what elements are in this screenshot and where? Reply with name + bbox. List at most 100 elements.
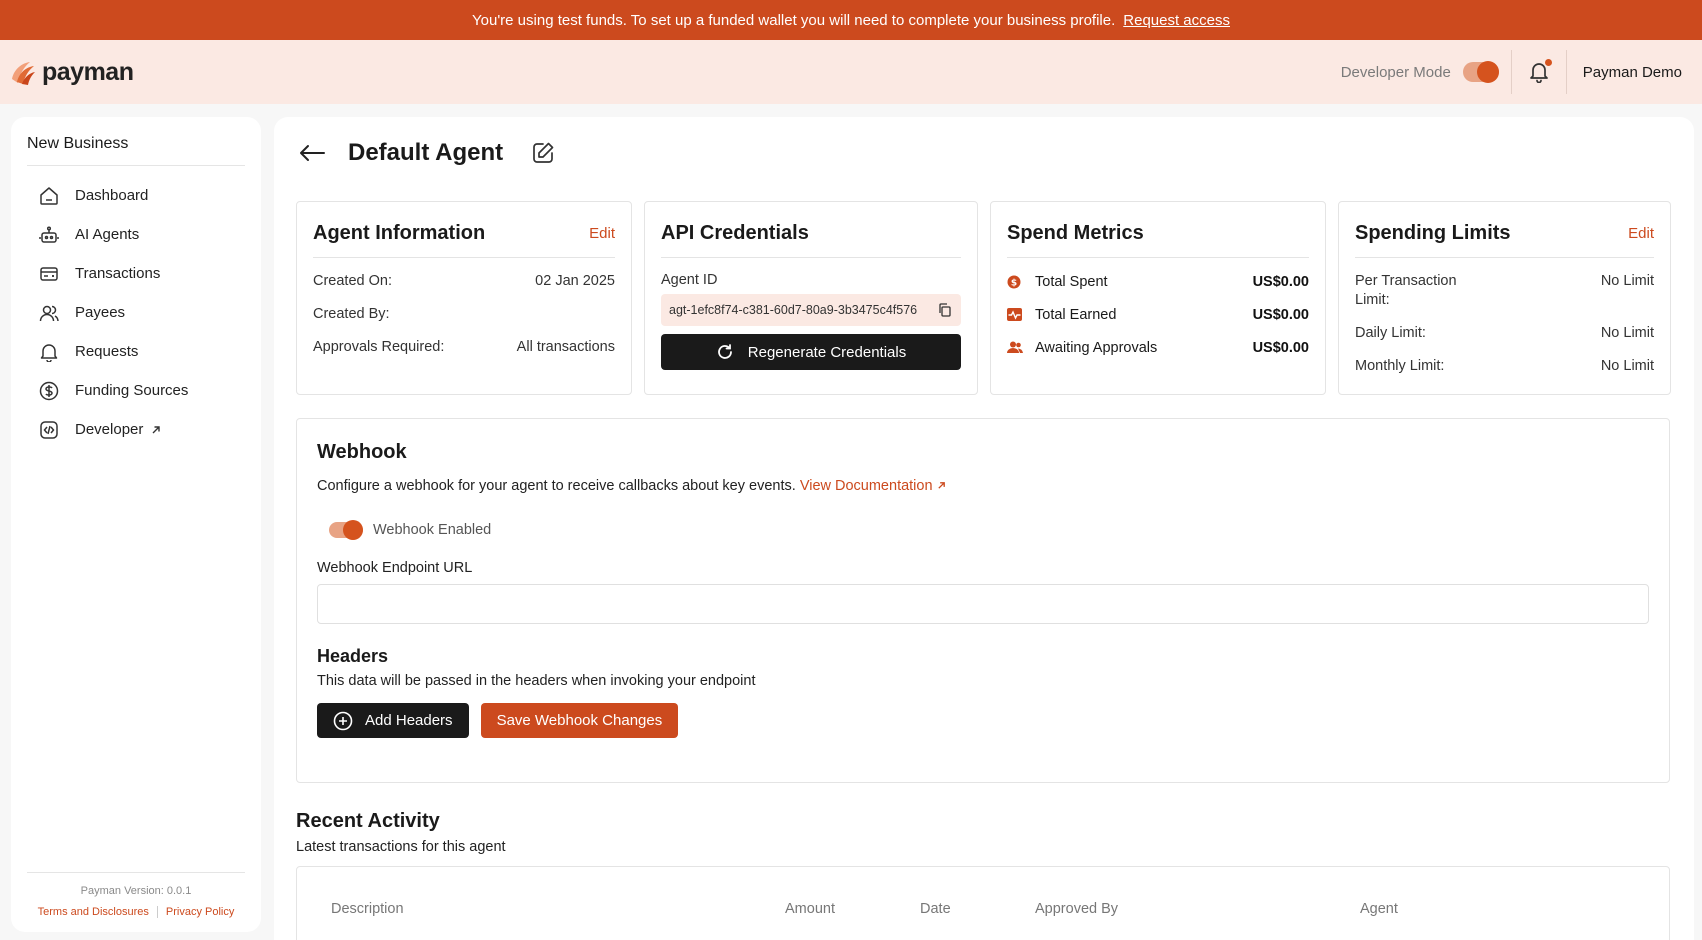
- sidebar-nav: Dashboard AI Agents Transactions Payees …: [27, 176, 245, 449]
- developer-mode-toggle[interactable]: [1462, 61, 1499, 83]
- page-title: Default Agent: [348, 139, 504, 166]
- recent-activity-subtitle: Latest transactions for this agent: [296, 839, 506, 855]
- payman-logo-icon: [12, 62, 35, 85]
- headers-description: This data will be passed in the headers …: [317, 673, 756, 689]
- edit-icon[interactable]: [531, 141, 555, 165]
- user-menu[interactable]: Payman Demo: [1567, 64, 1682, 81]
- back-arrow-icon[interactable]: [298, 143, 326, 163]
- add-headers-label: Add Headers: [365, 712, 453, 729]
- total-spent-label: Total Spent: [1035, 273, 1108, 290]
- test-funds-banner: You're using test funds. To set up a fun…: [0, 0, 1702, 40]
- dollar-circle-icon: [39, 381, 59, 400]
- column-header-description: Description: [331, 901, 404, 917]
- sidebar-item-label: Dashboard: [75, 187, 149, 204]
- card-title: Agent Information: [313, 222, 486, 244]
- toggle-knob: [1476, 61, 1499, 83]
- sidebar-item-payees[interactable]: Payees: [27, 293, 245, 332]
- request-access-link[interactable]: Request access: [1123, 12, 1230, 29]
- recent-activity-title: Recent Activity: [296, 810, 440, 832]
- doc-link-label: View Documentation: [799, 478, 933, 494]
- webhook-title: Webhook: [317, 441, 407, 463]
- terms-link[interactable]: Terms and Disclosures: [38, 906, 149, 918]
- sidebar-item-ai-agents[interactable]: AI Agents: [27, 215, 245, 254]
- business-name[interactable]: New Business: [27, 135, 245, 166]
- robot-icon: [39, 225, 59, 243]
- total-spent-value: US$0.00: [1252, 273, 1309, 290]
- awaiting-approvals-label: Awaiting Approvals: [1035, 339, 1158, 356]
- save-webhook-label: Save Webhook Changes: [496, 712, 663, 729]
- agent-id-label: Agent ID: [661, 272, 718, 288]
- column-header-approved-by: Approved By: [1035, 901, 1119, 917]
- sidebar-item-dashboard[interactable]: Dashboard: [27, 176, 245, 215]
- sidebar-item-label: Transactions: [75, 265, 161, 282]
- endpoint-url-input[interactable]: [317, 584, 1649, 624]
- spending-limits-card: Spending Limits Edit Per Transaction Lim…: [1338, 201, 1671, 395]
- card-icon: [40, 266, 58, 281]
- created-on-value: 02 Jan 2025: [535, 273, 615, 289]
- sidebar-footer: Payman Version: 0.0.1 Terms and Disclosu…: [27, 872, 245, 918]
- sidebar-item-label: Developer: [75, 421, 144, 438]
- sidebar-item-requests[interactable]: Requests: [27, 332, 245, 371]
- edit-agent-info-button[interactable]: Edit: [589, 225, 615, 242]
- brand-name: payman: [42, 57, 134, 86]
- edit-spending-limits-button[interactable]: Edit: [1628, 225, 1654, 242]
- api-credentials-card: API Credentials Agent ID agt-1efc8f74-c3…: [644, 201, 978, 395]
- column-header-date: Date: [920, 901, 951, 917]
- sidebar: New Business Dashboard AI Agents Transac…: [11, 117, 261, 932]
- agent-id-value: agt-1efc8f74-c381-60d7-80a9-3b3475c4f576: [669, 303, 918, 317]
- monthly-limit-label: Monthly Limit:: [1355, 358, 1445, 374]
- sidebar-item-label: Requests: [75, 343, 139, 360]
- view-documentation-link[interactable]: View Documentation: [800, 478, 946, 494]
- webhook-enabled-label: Webhook Enabled: [373, 522, 492, 538]
- save-webhook-button[interactable]: Save Webhook Changes: [480, 703, 679, 738]
- plus-circle-icon: [333, 711, 353, 730]
- webhook-enabled-toggle[interactable]: [329, 520, 363, 540]
- privacy-link[interactable]: Privacy Policy: [166, 906, 234, 918]
- daily-limit-value: No Limit: [1600, 325, 1654, 341]
- approvals-value: All transactions: [516, 339, 615, 355]
- external-link-icon: [937, 482, 945, 489]
- webhook-section: Webhook Configure a webhook for your age…: [296, 418, 1670, 783]
- recent-activity-header: Recent Activity Latest transactions for …: [296, 810, 506, 855]
- bell-icon: [40, 343, 58, 362]
- sidebar-item-developer[interactable]: Developer: [27, 410, 245, 449]
- notifications-button[interactable]: [1512, 59, 1566, 83]
- developer-mode-label: Developer Mode: [1340, 63, 1451, 81]
- sidebar-item-label: Funding Sources: [75, 382, 189, 399]
- users-icon: [39, 305, 59, 321]
- copy-icon[interactable]: [938, 303, 951, 317]
- daily-limit-label: Daily Limit:: [1355, 325, 1426, 341]
- awaiting-approvals-value: US$0.00: [1252, 339, 1309, 356]
- sidebar-item-transactions[interactable]: Transactions: [27, 254, 245, 293]
- column-header-amount: Amount: [785, 901, 835, 917]
- agent-id-field: agt-1efc8f74-c381-60d7-80a9-3b3475c4f576: [661, 294, 961, 326]
- notification-dot: [1544, 59, 1552, 66]
- home-icon: [40, 186, 58, 205]
- sidebar-item-label: AI Agents: [75, 226, 140, 243]
- regenerate-label: Regenerate Credentials: [747, 343, 907, 361]
- sidebar-item-label: Payees: [75, 304, 126, 321]
- approvals-label: Approvals Required:: [313, 339, 445, 355]
- total-earned-label: Total Earned: [1035, 306, 1117, 323]
- recent-activity-table: Description Amount Date Approved By Agen…: [296, 866, 1670, 940]
- toggle-knob: [343, 520, 363, 540]
- spend-metrics-card: Spend Metrics $ Total Spent US$0.00 Tota…: [990, 201, 1326, 395]
- svg-text:$: $: [1011, 278, 1017, 288]
- brand-logo[interactable]: payman: [8, 57, 134, 87]
- main-panel: Default Agent Agent Information Edit Cre…: [274, 117, 1694, 940]
- monthly-limit-value: No Limit: [1600, 358, 1654, 374]
- card-title: Spending Limits: [1355, 222, 1511, 244]
- regenerate-credentials-button[interactable]: Regenerate Credentials: [661, 334, 961, 370]
- page-header: Default Agent: [298, 139, 555, 167]
- headers-title: Headers: [317, 646, 389, 666]
- sidebar-item-funding-sources[interactable]: Funding Sources: [27, 371, 245, 410]
- banner-message: You're using test funds. To set up a fun…: [472, 11, 1116, 29]
- external-link-icon: [152, 425, 161, 433]
- table-header: Description Amount Date Approved By Agen…: [317, 867, 1649, 940]
- per-transaction-limit-label: Per Transaction Limit:: [1355, 273, 1457, 308]
- activity-card-icon: [1007, 308, 1022, 321]
- refresh-icon: [717, 344, 732, 359]
- divider: [156, 906, 158, 918]
- add-headers-button[interactable]: Add Headers: [317, 703, 469, 738]
- webhook-description: Configure a webhook for your agent to re…: [317, 478, 1649, 494]
